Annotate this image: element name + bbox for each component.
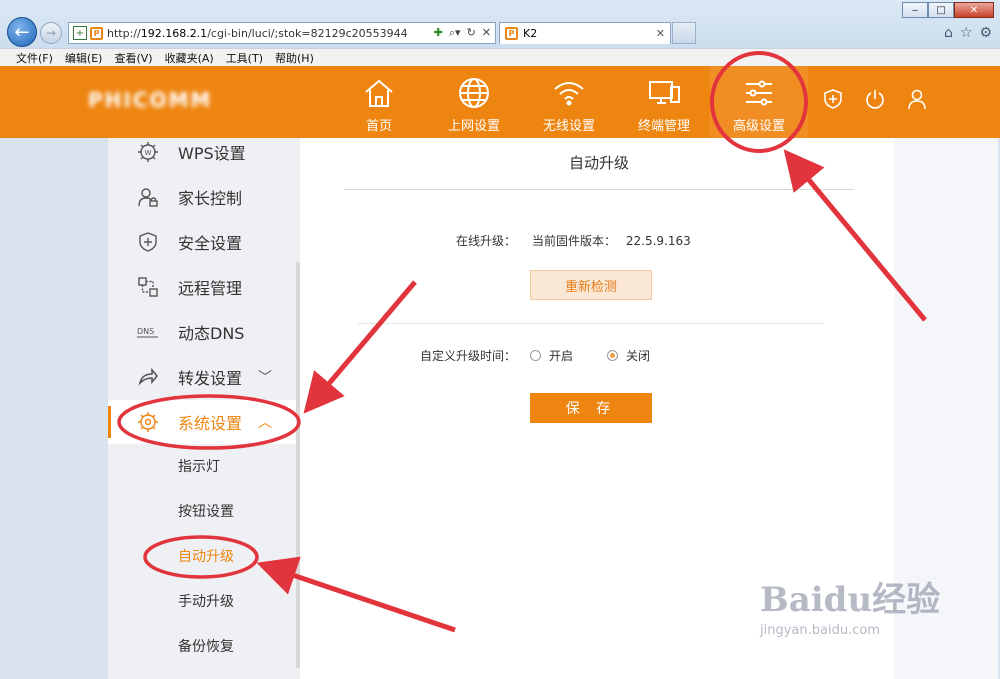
custom-time-label: 自定义升级时间： bbox=[420, 349, 517, 363]
ext-icon[interactable]: ✚ bbox=[434, 26, 443, 40]
nav-home[interactable]: 首页 bbox=[330, 66, 428, 138]
nav-internet[interactable]: 上网设置 bbox=[425, 66, 523, 138]
sidebar-item-label: WPS设置 bbox=[178, 144, 246, 163]
refresh-icon[interactable]: ↻ bbox=[467, 26, 476, 40]
devices-icon bbox=[649, 81, 680, 104]
sidebar-item-system[interactable]: 系统设置 ︿ bbox=[108, 400, 296, 444]
url-text: http://192.168.2.1/cgi-bin/luci/;stok=82… bbox=[107, 26, 407, 40]
sidebar-item-forward[interactable]: 转发设置 ﹀ bbox=[108, 355, 296, 399]
search-icon[interactable]: ⌕▾ bbox=[449, 26, 461, 40]
nav-wireless[interactable]: 无线设置 bbox=[520, 66, 618, 138]
brand-logo: PHICOMM bbox=[88, 88, 213, 112]
sidebar-item-label: 安全设置 bbox=[178, 234, 243, 253]
radio-off[interactable] bbox=[607, 350, 619, 361]
subitem-backup-restore[interactable]: 备份恢复 bbox=[108, 624, 296, 668]
site-favicon-icon: P bbox=[90, 26, 103, 40]
radio-on-label[interactable]: 开启 bbox=[549, 347, 573, 364]
page-title: 自动升级 bbox=[568, 154, 629, 172]
sidebar-item-wps[interactable]: W WPS设置 bbox=[108, 130, 296, 174]
online-upgrade-row: 在线升级： 当前固件版本： 22.5.9.163 bbox=[456, 232, 691, 249]
subitem-button-settings[interactable]: 按钮设置 bbox=[108, 489, 296, 533]
menu-tools[interactable]: 工具(T) bbox=[226, 50, 263, 66]
nav-devices[interactable]: 终端管理 bbox=[615, 66, 713, 138]
menu-file[interactable]: 文件(F) bbox=[16, 50, 53, 66]
menu-bar: 文件(F) 编辑(E) 查看(V) 收藏夹(A) 工具(T) 帮助(H) bbox=[0, 48, 1000, 66]
svg-text:DNS: DNS bbox=[137, 327, 154, 336]
arrow-left-icon: ← bbox=[14, 21, 30, 43]
compat-icon: + bbox=[73, 26, 87, 40]
subitem-auto-upgrade[interactable]: 自动升级 bbox=[108, 534, 296, 578]
sidebar-item-label: 动态DNS bbox=[178, 324, 245, 343]
address-bar[interactable]: + P http://192.168.2.1/cgi-bin/luci/;sto… bbox=[68, 22, 496, 44]
recheck-button[interactable]: 重新检测 bbox=[530, 270, 652, 300]
arrow-right-icon: → bbox=[45, 26, 57, 40]
sidebar-item-label: 家长控制 bbox=[178, 189, 243, 208]
wifi-icon bbox=[554, 82, 584, 106]
watermark-url: jingyan.baidu.com bbox=[760, 623, 880, 638]
parent-user-icon bbox=[138, 188, 158, 207]
system-gear-icon bbox=[138, 412, 158, 432]
sidebar-item-security[interactable]: 安全设置 bbox=[108, 220, 296, 264]
back-button[interactable]: ← bbox=[7, 17, 37, 47]
settings-gear-icon[interactable]: ⚙ bbox=[979, 25, 992, 41]
nav-advanced[interactable]: 高级设置 bbox=[710, 66, 808, 138]
firmware-version: 22.5.9.163 bbox=[625, 234, 691, 248]
user-icon[interactable] bbox=[906, 88, 928, 110]
firmware-label: 当前固件版本： bbox=[532, 234, 617, 248]
browser-tab[interactable]: P K2 ✕ bbox=[499, 22, 671, 44]
sidebar-item-ddns[interactable]: DNS 动态DNS bbox=[108, 310, 296, 354]
close-window-button[interactable]: ✕ bbox=[954, 2, 994, 18]
maximize-button[interactable]: □ bbox=[928, 2, 954, 18]
remote-icon bbox=[138, 277, 158, 297]
sidebar-item-remote[interactable]: 远程管理 bbox=[108, 265, 296, 309]
shield-plus-icon[interactable] bbox=[822, 88, 844, 110]
menu-view[interactable]: 查看(V) bbox=[114, 50, 152, 66]
browser-chrome: ‒ □ ✕ ← → + P http://192.168.2.1/cgi-bin… bbox=[0, 0, 1000, 66]
menu-help[interactable]: 帮助(H) bbox=[275, 50, 314, 66]
chevron-up-icon[interactable]: ︿ bbox=[258, 412, 272, 432]
dns-icon: DNS bbox=[137, 327, 158, 338]
sidebar-item-label: 系统设置 bbox=[178, 414, 243, 433]
minimize-button[interactable]: ‒ bbox=[902, 2, 928, 18]
chevron-down-icon[interactable]: ﹀ bbox=[258, 367, 272, 387]
sidebar-item-label: 远程管理 bbox=[178, 279, 243, 298]
subitem-led[interactable]: 指示灯 bbox=[108, 444, 296, 488]
svg-text:W: W bbox=[145, 149, 152, 157]
stop-icon[interactable]: ✕ bbox=[482, 26, 491, 40]
home-browser-icon[interactable]: ⌂ bbox=[944, 25, 953, 41]
watermark-brand: Baidu经验 bbox=[760, 580, 941, 620]
watermark: Baidu经验 jingyan.baidu.com bbox=[760, 572, 940, 638]
shield-icon bbox=[139, 232, 157, 252]
subitem-manual-upgrade[interactable]: 手动升级 bbox=[108, 579, 296, 623]
divider bbox=[358, 323, 824, 324]
sidebar-item-parental[interactable]: 家长控制 bbox=[108, 175, 296, 219]
sliders-icon bbox=[746, 80, 772, 106]
custom-time-row: 自定义升级时间： 开启 关闭 bbox=[420, 347, 650, 364]
home-icon bbox=[365, 79, 393, 107]
favorites-star-icon[interactable]: ☆ bbox=[960, 25, 973, 41]
power-icon[interactable] bbox=[864, 88, 886, 110]
radio-off-label[interactable]: 关闭 bbox=[626, 347, 650, 364]
sidebar-item-label: 转发设置 bbox=[178, 369, 243, 388]
sidebar-scrollbar[interactable] bbox=[296, 262, 300, 668]
globe-icon bbox=[459, 78, 489, 108]
tab-title: K2 bbox=[523, 27, 538, 40]
radio-on[interactable] bbox=[530, 350, 542, 361]
window-controls: ‒ □ ✕ bbox=[902, 2, 994, 18]
divider bbox=[344, 189, 854, 190]
menu-edit[interactable]: 编辑(E) bbox=[65, 50, 103, 66]
online-upgrade-label: 在线升级： bbox=[456, 234, 517, 248]
header-actions bbox=[822, 88, 928, 110]
save-button[interactable]: 保 存 bbox=[530, 393, 652, 423]
wps-gear-icon: W bbox=[138, 142, 158, 162]
forward-icon bbox=[138, 367, 159, 386]
tab-favicon-icon: P bbox=[505, 27, 518, 40]
new-tab-button[interactable] bbox=[672, 22, 696, 44]
forward-button[interactable]: → bbox=[40, 22, 62, 44]
menu-favorites[interactable]: 收藏夹(A) bbox=[165, 50, 214, 66]
tab-close-icon[interactable]: ✕ bbox=[656, 27, 665, 40]
